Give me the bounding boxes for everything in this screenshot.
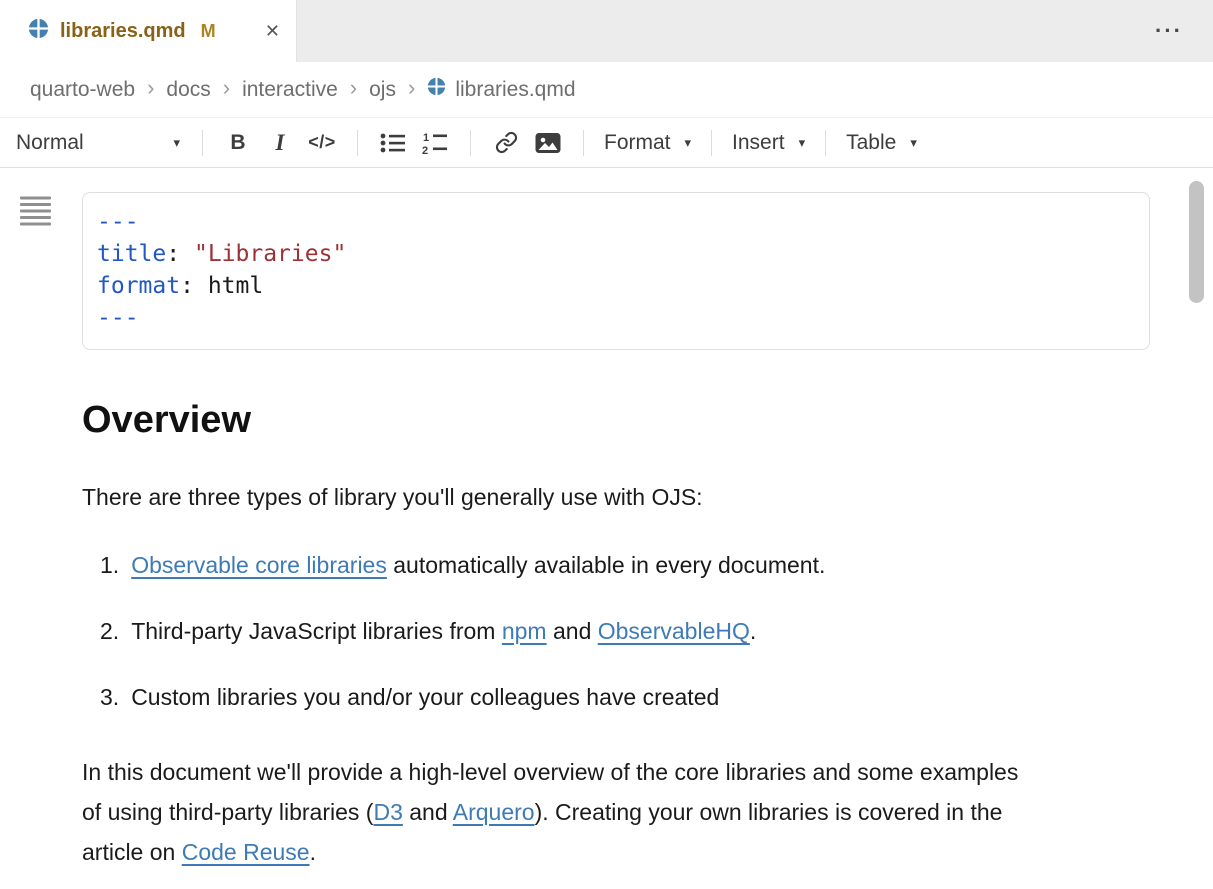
- ordered-list: 1. Observable core libraries automatical…: [82, 550, 1213, 712]
- table-menu[interactable]: Table ▾: [840, 124, 923, 162]
- breadcrumb-file-label: libraries.qmd: [455, 78, 575, 102]
- list-marker: 1.: [100, 550, 119, 580]
- paragraph-style-dropdown[interactable]: Normal ▾: [12, 124, 188, 162]
- text-segment: Third-party JavaScript libraries from: [131, 618, 502, 644]
- svg-text:1: 1: [423, 132, 429, 144]
- link-d3[interactable]: D3: [373, 799, 402, 825]
- heading-overview[interactable]: Overview: [82, 398, 1213, 442]
- italic-button[interactable]: I: [259, 124, 301, 162]
- format-menu[interactable]: Format ▾: [598, 124, 697, 162]
- chevron-right-icon: ›: [350, 77, 357, 102]
- modified-badge: M: [201, 21, 216, 42]
- paragraph-style-label: Normal: [16, 131, 84, 155]
- chevron-down-icon: ▾: [799, 135, 806, 151]
- yaml-fence-close: ---: [97, 302, 1133, 334]
- insert-image-button[interactable]: [527, 124, 569, 162]
- chevron-right-icon: ›: [147, 77, 154, 102]
- text-segment: and: [547, 618, 598, 644]
- list-item-3[interactable]: 3. Custom libraries you and/or your coll…: [82, 682, 1213, 712]
- link-icon: [495, 131, 518, 154]
- toolbar-divider: [711, 130, 712, 156]
- list-item-2[interactable]: 2. Third-party JavaScript libraries from…: [82, 616, 1213, 646]
- chevron-down-icon: ▾: [685, 135, 692, 151]
- toolbar-divider: [202, 130, 203, 156]
- quarto-file-icon: [28, 18, 49, 44]
- link-observablehq[interactable]: ObservableHQ: [598, 618, 750, 644]
- code-icon: </>: [308, 132, 336, 153]
- breadcrumb-item-interactive[interactable]: interactive: [242, 78, 338, 102]
- list-marker: 3.: [100, 682, 119, 712]
- text-segment: and: [403, 799, 453, 825]
- numbered-list-button[interactable]: 1 2: [414, 124, 456, 162]
- numbered-list-icon: 1 2: [422, 131, 448, 155]
- text-segment: automatically available in every documen…: [387, 552, 826, 578]
- chevron-right-icon: ›: [408, 77, 415, 102]
- text-segment: .: [310, 839, 316, 865]
- breadcrumb-item-ojs[interactable]: ojs: [369, 78, 396, 102]
- yaml-title-line: title: "Libraries": [97, 238, 1133, 270]
- scrollbar-thumb[interactable]: [1189, 181, 1204, 303]
- tab-libraries-qmd[interactable]: libraries.qmd M ✕: [0, 0, 297, 62]
- drag-handle-icon[interactable]: [20, 196, 51, 231]
- intro-paragraph[interactable]: There are three types of library you'll …: [82, 482, 1213, 512]
- bold-button[interactable]: B: [217, 124, 259, 162]
- toolbar-divider: [470, 130, 471, 156]
- insert-menu[interactable]: Insert ▾: [726, 124, 811, 162]
- bold-icon: B: [230, 131, 245, 155]
- image-icon: [535, 132, 561, 154]
- breadcrumb-item-quarto-web[interactable]: quarto-web: [30, 78, 135, 102]
- list-item-text: Custom libraries you and/or your colleag…: [131, 682, 719, 712]
- breadcrumb-item-docs[interactable]: docs: [166, 78, 210, 102]
- text-segment: Custom libraries you and/or your colleag…: [131, 684, 719, 710]
- italic-icon: I: [276, 130, 285, 156]
- editor-window: libraries.qmd M ✕ ··· quarto-web › docs …: [0, 0, 1213, 889]
- link-npm[interactable]: npm: [502, 618, 547, 644]
- tab-title: libraries.qmd: [60, 20, 186, 43]
- chevron-down-icon: ▾: [910, 135, 917, 151]
- chevron-right-icon: ›: [223, 77, 230, 102]
- inline-code-button[interactable]: </>: [301, 124, 343, 162]
- breadcrumb: quarto-web › docs › interactive › ojs › …: [0, 62, 1213, 117]
- table-menu-label: Table: [846, 131, 896, 155]
- breadcrumb-item-file[interactable]: libraries.qmd: [427, 77, 575, 102]
- link-arquero[interactable]: Arquero: [453, 799, 535, 825]
- yaml-metadata-block[interactable]: --- title: "Libraries" format: html ---: [82, 192, 1150, 350]
- more-actions-icon[interactable]: ···: [1155, 20, 1183, 42]
- list-item-text: Observable core libraries automatically …: [131, 550, 825, 580]
- tab-bar: libraries.qmd M ✕ ···: [0, 0, 1213, 62]
- format-menu-label: Format: [604, 131, 671, 155]
- link-observable-core-libraries[interactable]: Observable core libraries: [131, 552, 387, 578]
- close-tab-icon[interactable]: ✕: [265, 21, 280, 42]
- insert-menu-label: Insert: [732, 131, 785, 155]
- yaml-format-line: format: html: [97, 270, 1133, 302]
- editor-canvas[interactable]: --- title: "Libraries" format: html --- …: [0, 168, 1213, 889]
- yaml-fence-open: ---: [97, 206, 1133, 238]
- link-code-reuse[interactable]: Code Reuse: [182, 839, 310, 865]
- text-segment: .: [750, 618, 756, 644]
- list-item-text: Third-party JavaScript libraries from np…: [131, 616, 756, 646]
- quarto-file-icon: [427, 77, 446, 102]
- outro-paragraph[interactable]: In this document we'll provide a high-le…: [82, 752, 1032, 872]
- svg-text:2: 2: [422, 145, 428, 155]
- tab-strip: ···: [297, 0, 1213, 62]
- list-item-1[interactable]: 1. Observable core libraries automatical…: [82, 550, 1213, 580]
- toolbar-divider: [825, 130, 826, 156]
- bullet-list-icon: [380, 132, 406, 154]
- list-marker: 2.: [100, 616, 119, 646]
- toolbar-divider: [357, 130, 358, 156]
- chevron-down-icon: ▾: [173, 135, 180, 151]
- toolbar-divider: [583, 130, 584, 156]
- insert-link-button[interactable]: [485, 124, 527, 162]
- bullet-list-button[interactable]: [372, 124, 414, 162]
- editor-toolbar: Normal ▾ B I </> 1: [0, 117, 1213, 168]
